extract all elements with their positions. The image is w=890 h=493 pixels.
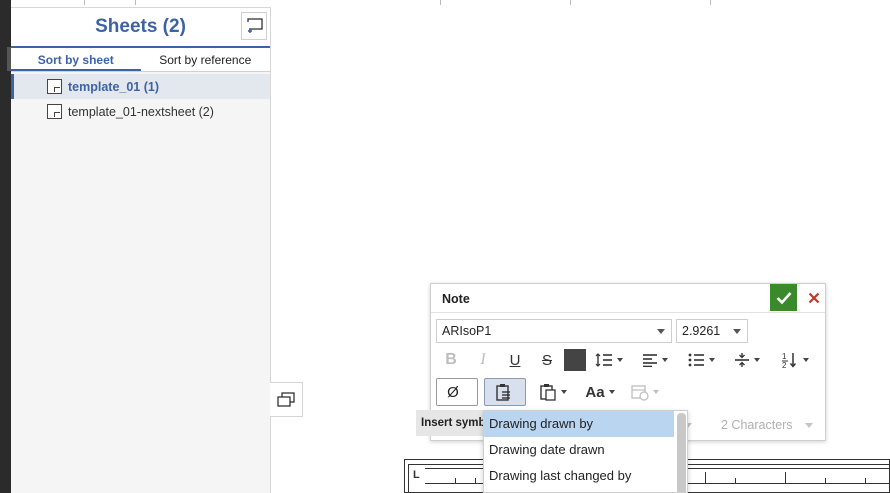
confirm-button[interactable] [770,284,797,311]
left-dark-strip [0,0,11,493]
close-icon [808,292,819,303]
ruler-tick [865,478,866,483]
character-count: 2 Characters [721,418,793,432]
font-select-value: ARIsoP1 [442,324,492,338]
vertical-align-button[interactable] [729,348,765,372]
chevron-down-icon [657,329,665,334]
sheets-header: Sheets (2) [11,8,270,46]
sheet-item-template-01[interactable]: template_01 (1) [11,74,270,99]
paste-button[interactable] [535,380,571,404]
top-ruler-tick [710,0,711,5]
top-ruler-tick [440,0,441,5]
insert-date-button[interactable] [627,380,663,404]
sheet-icon [47,79,62,94]
paste-icon [540,384,556,401]
list-button[interactable] [683,348,719,372]
svg-text:1: 1 [782,352,787,361]
top-ruler-tick [570,0,571,5]
drawing-workspace: Sheets (2) Sort by sheet Sort by referen… [0,0,890,493]
check-icon [776,291,791,304]
sheet-icon [47,104,62,119]
property-dropdown: Drawing drawn by Drawing date drawn Draw… [483,410,688,493]
sheet-list: template_01 (1) template_01-nextsheet (2… [11,74,270,124]
diameter-symbol-label: Ø [447,383,459,401]
ruler-tick [705,472,706,483]
align-left-icon [643,354,657,367]
sheets-stack-icon [277,391,295,407]
sheets-panel: Sheets (2) Sort by sheet Sort by referen… [11,7,271,493]
stack-fraction-button[interactable]: 1 2 [775,348,815,372]
sheet-item-template-01-nextsheet[interactable]: template_01-nextsheet (2) [11,99,270,124]
text-color-swatch[interactable] [564,349,586,371]
chevron-down-icon [803,358,809,362]
chevron-down-icon [662,358,668,362]
font-size-select[interactable]: 2.9261 [676,319,748,343]
italic-button[interactable]: I [473,348,493,372]
sheet-item-label: template_01 (1) [68,79,160,94]
ruler-tick [475,478,476,483]
chevron-down-icon [733,329,741,334]
date-icon [631,385,649,401]
vertical-align-icon [735,353,749,367]
font-size-value: 2.9261 [682,324,721,338]
strikethrough-button[interactable]: S [537,348,557,372]
tab-sort-by-reference[interactable]: Sort by reference [141,48,271,71]
ruler-tick [785,472,786,483]
chevron-down-icon [561,390,567,394]
dropdown-scrollbar[interactable] [677,413,686,492]
chevron-down-icon [754,358,760,362]
chevron-down-icon [608,390,615,394]
dropdown-item-drawing-drawn-by[interactable]: Drawing drawn by [484,411,674,437]
ruler-tick [455,478,456,483]
text-case-button[interactable]: Aa [581,380,619,404]
tab-sort-by-sheet[interactable]: Sort by sheet [11,48,141,71]
bold-button[interactable]: B [441,348,461,372]
text-case-label: Aa [585,383,605,401]
ruler-tick [735,478,736,483]
svg-text:2: 2 [782,361,787,369]
dropdown-item-drawing-last-changed-by[interactable]: Drawing last changed by [484,463,674,489]
chevron-down-icon [805,423,813,428]
bullet-list-icon [688,353,704,367]
chevron-down-icon [617,358,623,362]
panel-toggle-button[interactable] [270,382,303,417]
dialog-divider [431,312,825,313]
ruler-tick [825,478,826,483]
chevron-down-icon [653,390,659,394]
sort-tabs: Sort by sheet Sort by reference [11,48,270,72]
title-block-letter: L [413,469,420,481]
sheet-item-label: template_01-nextsheet (2) [68,104,214,119]
add-sheet-button[interactable] [241,12,267,40]
cancel-button[interactable] [800,284,827,311]
add-sheet-icon [246,18,263,33]
underline-button[interactable]: U [505,348,525,372]
align-button[interactable] [637,348,673,372]
diameter-symbol-button[interactable]: Ø [436,378,478,406]
chevron-down-icon [708,358,715,362]
dropdown-item-drawing-date-drawn[interactable]: Drawing date drawn [484,437,674,463]
line-spacing-icon [595,353,612,367]
top-ruler-tick [84,0,85,5]
stack-fraction-icon: 1 2 [782,352,797,369]
note-dialog-title: Note [442,292,470,306]
top-ruler-tick [135,0,136,5]
insert-property-button[interactable] [484,378,526,406]
font-select[interactable]: ARIsoP1 [436,319,672,343]
line-spacing-button[interactable] [591,348,627,372]
clipboard-insert-icon [496,384,510,401]
sheets-title: Sheets (2) [95,16,186,37]
